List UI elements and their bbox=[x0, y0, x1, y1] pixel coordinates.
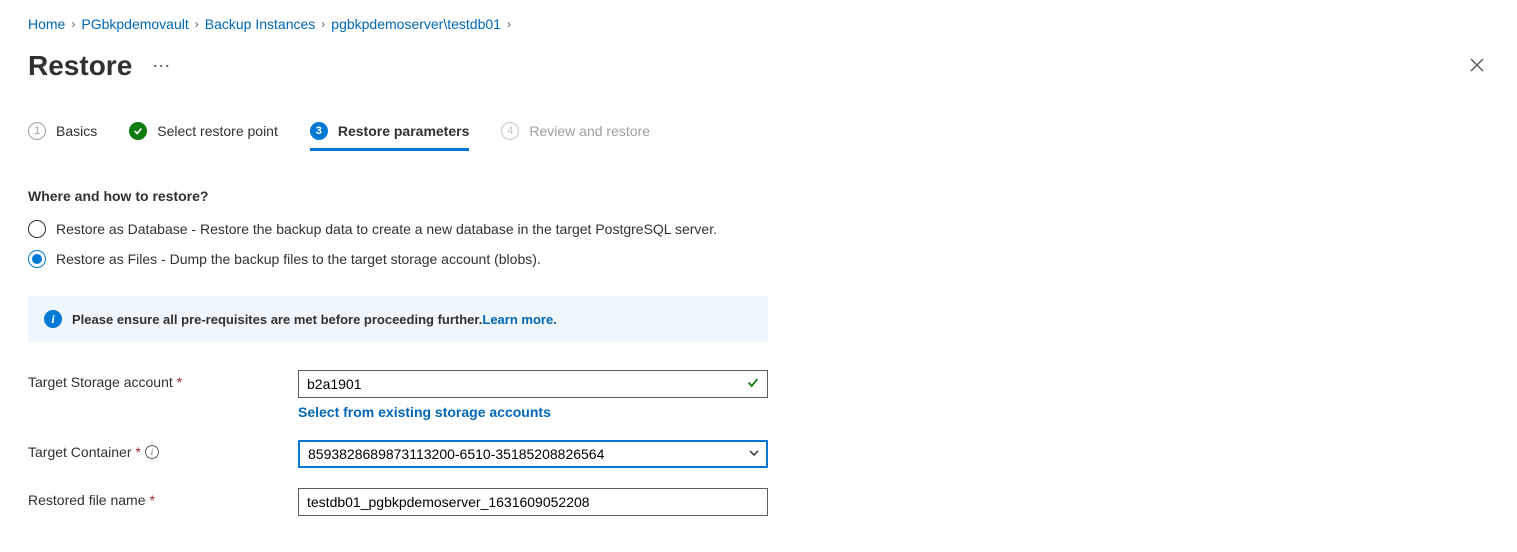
required-indicator: * bbox=[177, 374, 182, 390]
page-header: Restore ⋯ bbox=[28, 50, 1489, 82]
tab-select-restore-point[interactable]: Select restore point bbox=[129, 122, 278, 148]
field-label: Target Container bbox=[28, 444, 132, 460]
storage-account-input[interactable] bbox=[298, 370, 768, 398]
checkmark-icon bbox=[129, 122, 147, 140]
chevron-right-icon: › bbox=[321, 17, 325, 31]
tab-review-restore[interactable]: 4 Review and restore bbox=[501, 122, 650, 148]
tab-label: Restore parameters bbox=[338, 123, 470, 139]
step-number-icon: 3 bbox=[310, 122, 328, 140]
chevron-right-icon: › bbox=[71, 17, 75, 31]
filename-input[interactable] bbox=[298, 488, 768, 516]
info-banner: i Please ensure all pre-requisites are m… bbox=[28, 296, 768, 342]
field-label: Restored file name bbox=[28, 492, 146, 508]
step-number-icon: 4 bbox=[501, 122, 519, 140]
field-label: Target Storage account bbox=[28, 374, 173, 390]
breadcrumb-vault[interactable]: PGbkpdemovault bbox=[81, 16, 188, 32]
close-button[interactable] bbox=[1465, 54, 1489, 78]
radio-label: Restore as Files - Dump the backup files… bbox=[56, 251, 541, 267]
field-restored-file-name: Restored file name * bbox=[28, 488, 1489, 516]
breadcrumb-home[interactable]: Home bbox=[28, 16, 65, 32]
chevron-right-icon: › bbox=[507, 17, 511, 31]
tab-restore-parameters[interactable]: 3 Restore parameters bbox=[310, 122, 470, 151]
info-icon[interactable]: i bbox=[145, 445, 159, 459]
info-text: Please ensure all pre-requisites are met… bbox=[72, 312, 482, 327]
page-title: Restore bbox=[28, 50, 132, 82]
tab-label: Select restore point bbox=[157, 123, 278, 139]
tab-basics[interactable]: 1 Basics bbox=[28, 122, 97, 148]
more-icon[interactable]: ⋯ bbox=[152, 56, 172, 77]
radio-icon bbox=[28, 250, 46, 268]
radio-icon bbox=[28, 220, 46, 238]
field-target-storage-account: Target Storage account * Select from exi… bbox=[28, 370, 1489, 420]
breadcrumb-instance[interactable]: pgbkpdemoserver\testdb01 bbox=[331, 16, 501, 32]
breadcrumb-backup-instances[interactable]: Backup Instances bbox=[205, 16, 316, 32]
radio-restore-as-database[interactable]: Restore as Database - Restore the backup… bbox=[28, 220, 1489, 238]
close-icon bbox=[1469, 57, 1485, 76]
select-storage-accounts-link[interactable]: Select from existing storage accounts bbox=[298, 404, 768, 420]
radio-restore-as-files[interactable]: Restore as Files - Dump the backup files… bbox=[28, 250, 1489, 268]
chevron-right-icon: › bbox=[195, 17, 199, 31]
tab-label: Basics bbox=[56, 123, 97, 139]
required-indicator: * bbox=[136, 444, 141, 460]
tab-label: Review and restore bbox=[529, 123, 650, 139]
section-heading: Where and how to restore? bbox=[28, 188, 1489, 204]
container-select[interactable] bbox=[298, 440, 768, 468]
step-number-icon: 1 bbox=[28, 122, 46, 140]
radio-label: Restore as Database - Restore the backup… bbox=[56, 221, 717, 237]
wizard-tabs: 1 Basics Select restore point 3 Restore … bbox=[28, 122, 1489, 148]
learn-more-link[interactable]: Learn more. bbox=[482, 312, 556, 327]
required-indicator: * bbox=[150, 492, 155, 508]
info-icon: i bbox=[44, 310, 62, 328]
field-target-container: Target Container * i bbox=[28, 440, 1489, 468]
breadcrumb: Home › PGbkpdemovault › Backup Instances… bbox=[28, 16, 1489, 32]
